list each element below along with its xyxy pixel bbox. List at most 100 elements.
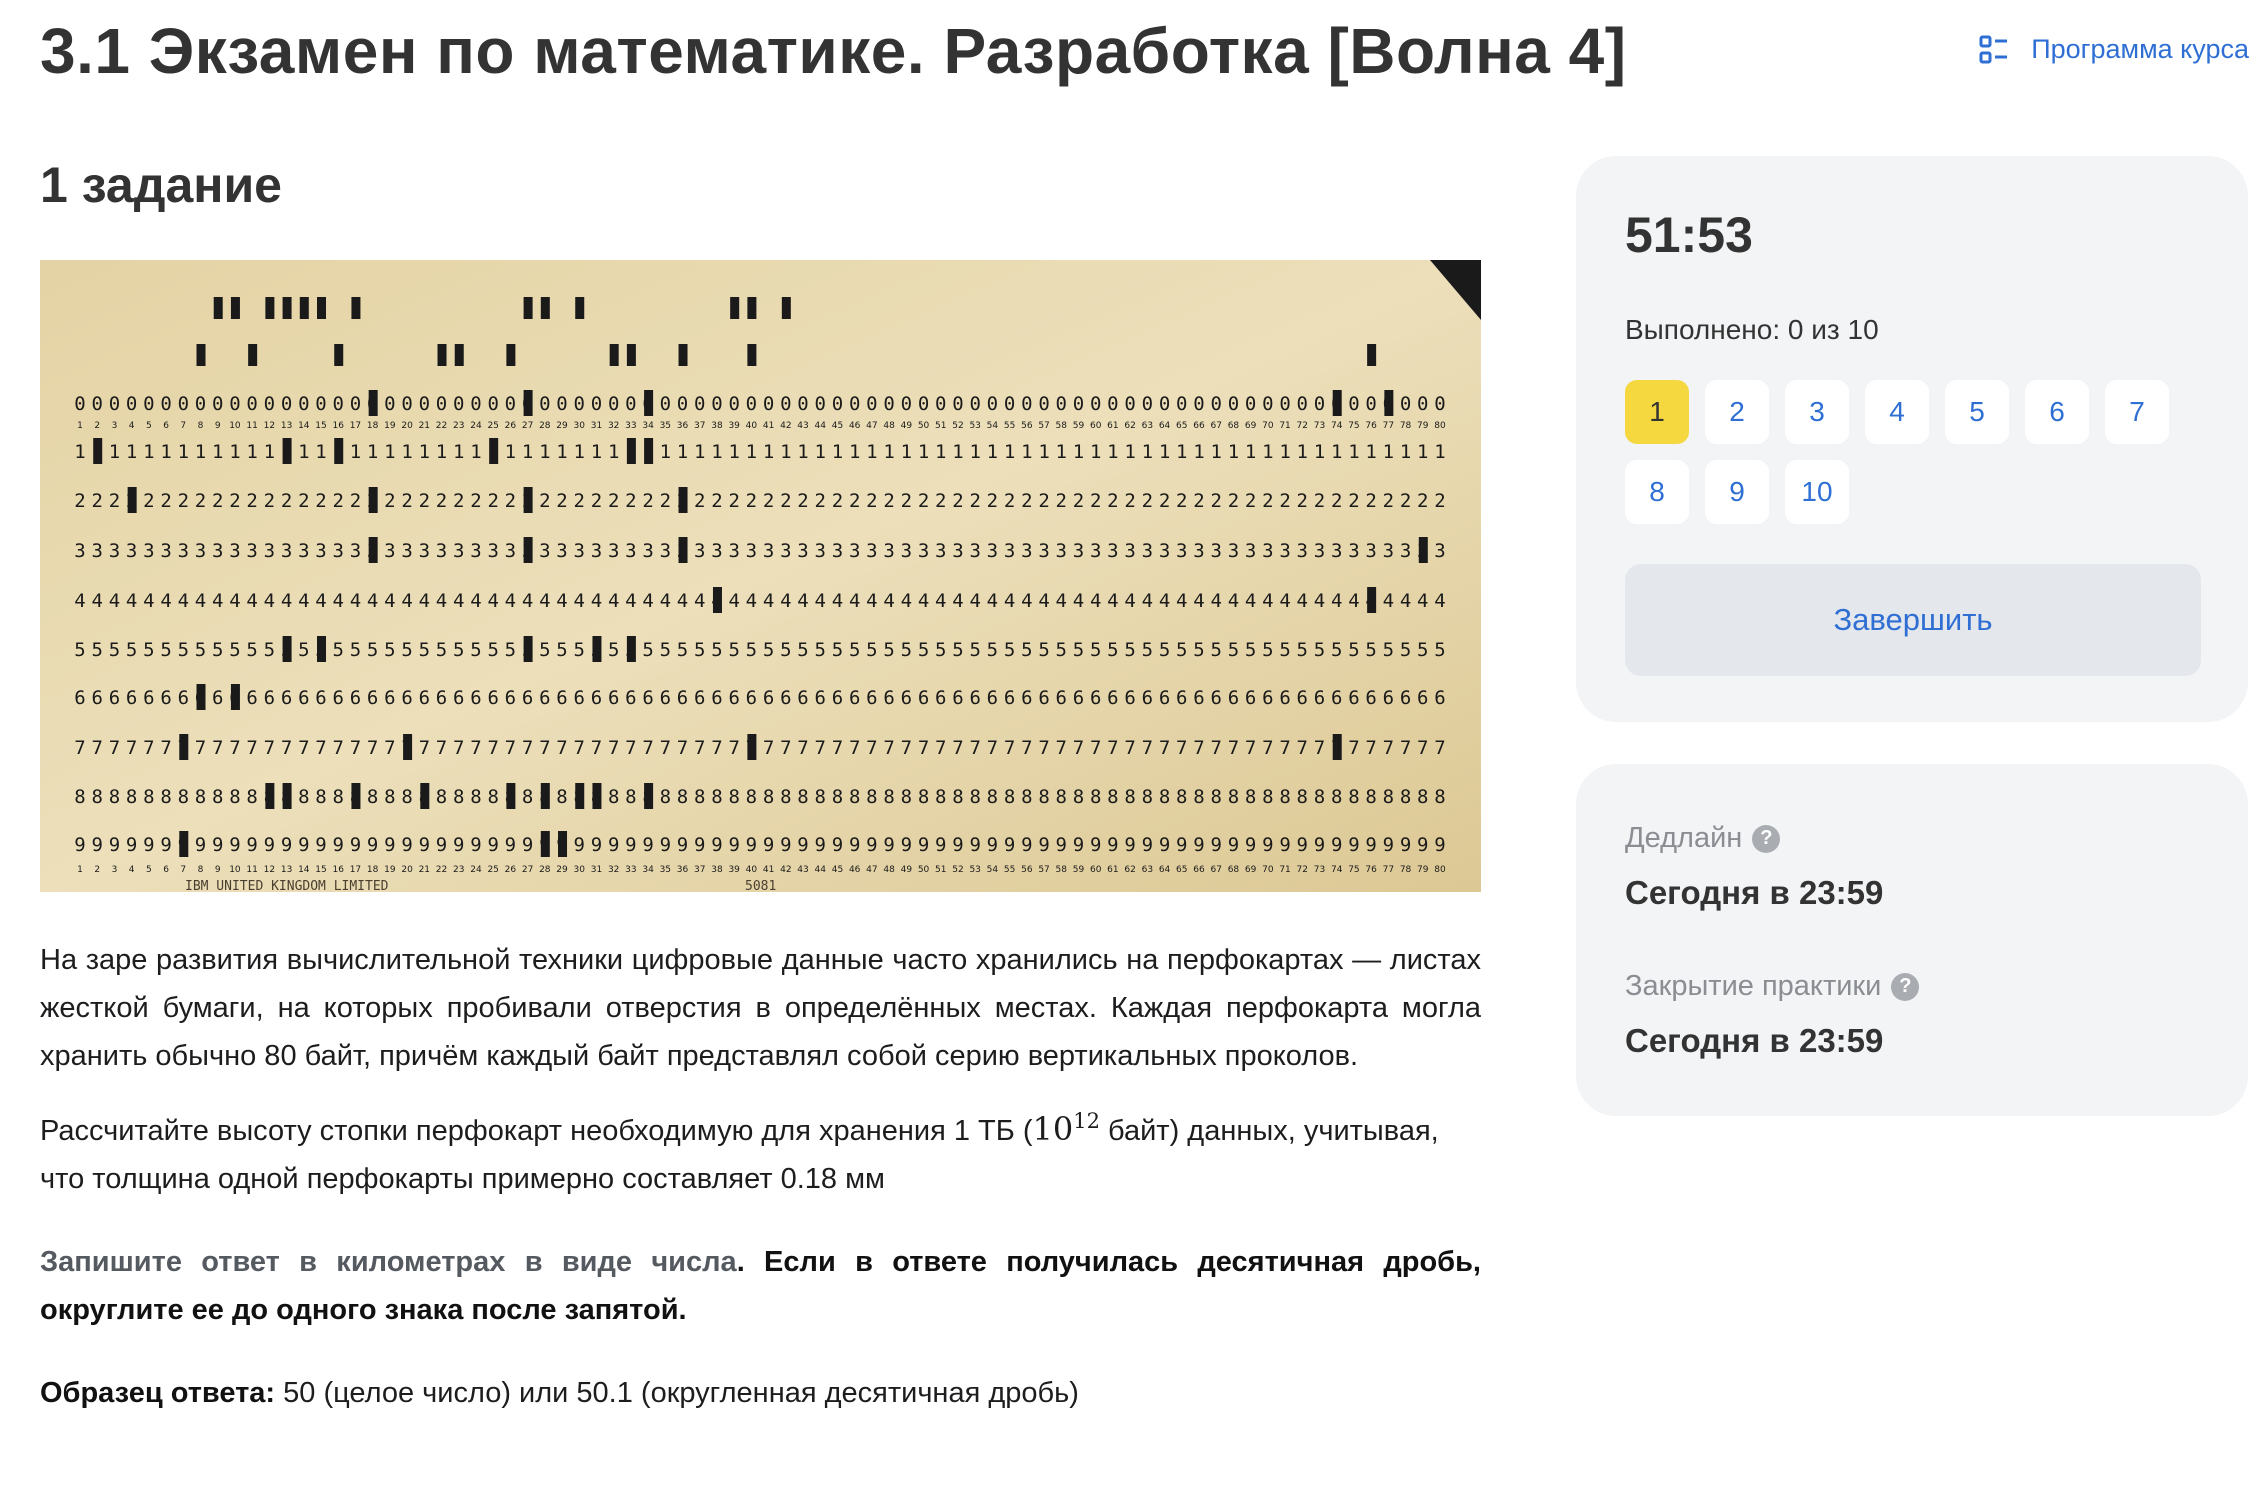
card-digit: 7	[126, 737, 137, 759]
card-digit: 3	[1279, 540, 1290, 562]
card-digit: 6	[143, 687, 154, 709]
card-digit: 7	[1142, 737, 1153, 759]
punched-hole	[230, 297, 240, 319]
finish-button[interactable]: Завершить	[1625, 564, 2201, 676]
card-column-number: 73	[1314, 421, 1325, 431]
deadline-label: Дедлайн	[1625, 822, 1743, 854]
card-digit: 6	[281, 687, 292, 709]
closing-label-row: Закрытие практики ?	[1625, 970, 1920, 1003]
card-digit: 2	[591, 490, 602, 512]
card-digit: 3	[608, 540, 619, 562]
question-button-3[interactable]: 3	[1785, 380, 1849, 444]
card-digit: 2	[1073, 490, 1084, 512]
question-button-9[interactable]: 9	[1705, 460, 1769, 524]
card-digit: 4	[574, 590, 585, 612]
card-column-number: 68	[1228, 421, 1240, 431]
card-column-number: 45	[832, 421, 843, 431]
card-digit: 5	[556, 639, 567, 661]
card-digit: 8	[935, 786, 946, 808]
punched-hole	[730, 297, 740, 319]
question-button-2[interactable]: 2	[1705, 380, 1769, 444]
help-icon[interactable]: ?	[1752, 824, 1781, 853]
card-digit: 1	[1314, 441, 1325, 463]
question-button-4[interactable]: 4	[1865, 380, 1929, 444]
card-digit: 1	[143, 441, 154, 463]
card-digit: 6	[350, 687, 361, 709]
card-digit: 3	[815, 540, 826, 562]
card-column-number: 15	[315, 865, 326, 875]
card-column-number: 53	[969, 865, 980, 875]
card-column-number: 14	[298, 865, 310, 875]
card-digit: 3	[195, 540, 206, 562]
question-button-6[interactable]: 6	[2025, 380, 2089, 444]
card-column-number: 18	[367, 865, 379, 875]
card-column-number: 2	[94, 421, 100, 431]
card-digit: 7	[1193, 737, 1204, 759]
question-button-7[interactable]: 7	[2105, 380, 2169, 444]
card-column-number: 42	[780, 421, 791, 431]
card-digit: 7	[849, 737, 860, 759]
card-digit: 3	[556, 540, 567, 562]
card-digit: 3	[419, 540, 430, 562]
card-digit: 6	[1124, 687, 1135, 709]
card-digit: 6	[849, 687, 860, 709]
card-digit: 4	[1193, 590, 1204, 612]
card-digit: 1	[522, 441, 533, 463]
card-digit: 6	[178, 687, 189, 709]
card-digit: 4	[1142, 590, 1153, 612]
task-example: Образец ответа: 50 (целое число) или 50.…	[40, 1369, 1481, 1417]
card-digit: 2	[453, 490, 464, 512]
question-button-8[interactable]: 8	[1625, 460, 1689, 524]
card-digit: 8	[901, 786, 912, 808]
card-digit: 6	[866, 687, 877, 709]
card-digit: 4	[1331, 590, 1342, 612]
card-digit: 1	[1297, 441, 1308, 463]
card-digit: 6	[539, 687, 550, 709]
card-digit: 8	[849, 786, 860, 808]
card-column-number: 4	[129, 421, 135, 431]
question-button-10[interactable]: 10	[1785, 460, 1849, 524]
card-digit: 1	[952, 441, 963, 463]
card-digit: 6	[660, 687, 671, 709]
card-column-number: 55	[1004, 421, 1015, 431]
card-digit: 3	[436, 540, 447, 562]
question-text-before: Рассчитайте высоту стопки перфокарт необ…	[40, 1115, 1033, 1147]
card-digit: 6	[746, 687, 757, 709]
course-program-link[interactable]: Программа курса	[1979, 34, 2249, 65]
punched-hole	[351, 297, 361, 319]
card-digit: 7	[333, 737, 344, 759]
card-digit: 3	[935, 540, 946, 562]
card-digit: 6	[1107, 687, 1118, 709]
card-digit: 2	[987, 490, 998, 512]
card-digit: 8	[126, 786, 137, 808]
card-digit: 1	[556, 441, 567, 463]
card-digit: 4	[1004, 590, 1015, 612]
punched-hole	[540, 297, 550, 319]
card-column-number: 62	[1124, 865, 1135, 875]
help-icon[interactable]: ?	[1891, 972, 1920, 1001]
card-digit: 4	[1159, 590, 1170, 612]
card-digit: 8	[384, 786, 395, 808]
card-column-number: 12	[264, 421, 275, 431]
card-digit: 7	[1434, 737, 1445, 759]
card-digit: 5	[436, 639, 447, 661]
card-digit: 0	[315, 393, 326, 415]
card-digit: 9	[229, 834, 240, 856]
card-column-number: 72	[1297, 865, 1308, 875]
card-digit: 8	[1090, 786, 1101, 808]
card-digit: 8	[1331, 786, 1342, 808]
card-digit: 9	[1314, 834, 1325, 856]
question-button-1[interactable]: 1	[1625, 380, 1689, 444]
question-button-5[interactable]: 5	[1945, 380, 2009, 444]
card-column-number: 54	[987, 865, 999, 875]
card-column-number: 34	[642, 865, 654, 875]
card-digit: 6	[522, 687, 533, 709]
card-column-number: 56	[1021, 421, 1033, 431]
card-digit: 5	[333, 639, 344, 661]
card-column-number: 74	[1331, 421, 1343, 431]
card-digit: 6	[797, 687, 808, 709]
card-digit: 3	[1142, 540, 1153, 562]
card-digit: 9	[987, 834, 998, 856]
card-digit: 6	[1279, 687, 1290, 709]
card-digit: 8	[797, 786, 808, 808]
